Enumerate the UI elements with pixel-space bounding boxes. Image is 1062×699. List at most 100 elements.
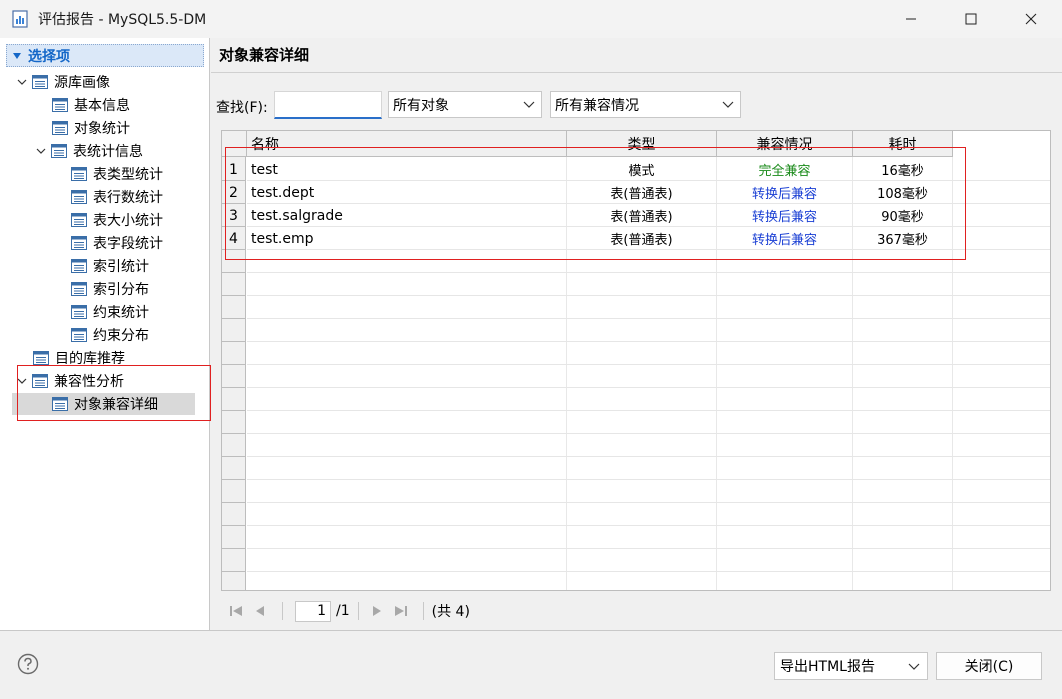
tree-item-label: 约束分布 [93,328,149,344]
row-line [247,387,1050,388]
compat-filter-value: 所有兼容情况 [555,97,639,114]
close-button[interactable]: 关闭(C) [936,652,1042,680]
tree-item-index-stats[interactable]: 索引统计 [71,255,149,277]
pager-separator [282,602,283,620]
row-line [247,295,1050,296]
row-line [247,272,1050,273]
row-number-line [222,295,246,296]
row-number-line [222,341,246,342]
tree-item-label: 表类型统计 [93,167,163,183]
tree-item-table-rows-stats[interactable]: 表行数统计 [71,186,163,208]
row-line [247,410,1050,411]
list-doc-icon [71,236,87,250]
prev-page-button[interactable] [250,601,270,621]
window-title: 评估报告 - MySQL5.5-DM [38,12,207,28]
main-content: 对象兼容详细 查找(F): 所有对象 所有兼容情况 名称 类型 兼容情况 耗时 … [211,38,1062,630]
page-number-input[interactable] [295,600,331,622]
row-number-line [222,272,246,273]
total-pages-label: /1 [336,603,350,619]
tree-item-basic-info[interactable]: 基本信息 [52,94,130,116]
tree-item-label: 表大小统计 [93,213,163,229]
row-number-line [222,364,246,365]
tree-item-index-distribution[interactable]: 索引分布 [71,278,149,300]
close-button-label: 关闭(C) [964,659,1014,675]
row-number-line [222,479,246,480]
row-line [247,479,1050,480]
row-line [247,502,1050,503]
list-doc-icon [32,75,48,89]
chevron-down-icon [722,101,734,108]
row-line [247,364,1050,365]
export-html-report-select[interactable]: 导出HTML报告 [774,652,928,680]
row-number-line [222,525,246,526]
tree-item-source-profile[interactable]: 源库画像 [16,71,110,93]
tree-item-constraint-stats[interactable]: 约束统计 [71,301,149,323]
list-doc-icon [51,144,67,158]
tree-item-table-stats[interactable]: 表统计信息 [35,140,143,162]
divider [211,72,1062,73]
tree-item-label: 表字段统计 [93,236,163,252]
row-number-line [222,571,246,572]
last-page-button[interactable] [391,601,411,621]
help-icon[interactable] [17,653,39,675]
list-doc-icon [52,121,68,135]
compat-filter-select[interactable]: 所有兼容情况 [550,91,741,118]
title-bar: 评估报告 - MySQL5.5-DM [0,0,1062,38]
tree-header[interactable]: 选择项 [6,44,204,67]
maximize-button[interactable] [948,0,994,38]
tree-item-constraint-distribution[interactable]: 约束分布 [71,324,149,346]
minimize-button[interactable] [888,0,934,38]
list-doc-icon [52,98,68,112]
chevron-down-icon [17,79,27,85]
list-doc-icon [71,305,87,319]
tree-item-object-stats[interactable]: 对象统计 [52,117,130,139]
tree-item-table-type-stats[interactable]: 表类型统计 [71,163,163,185]
chevron-down-icon [523,101,535,108]
row-number-line [222,410,246,411]
tree-item-label: 源库画像 [54,75,110,91]
next-page-icon [372,606,381,616]
row-line [247,433,1050,434]
total-count-label: (共 4) [431,604,470,620]
tree-item-label: 基本信息 [74,98,130,114]
object-filter-select[interactable]: 所有对象 [388,91,542,118]
navigation-tree: 选择项 源库画像 基本信息 对象统计 表统计信息 表类型统计 表行数统计 表大小… [0,38,211,630]
row-line [247,341,1050,342]
row-number-line [222,433,246,434]
next-page-button[interactable] [367,601,387,621]
row-number-line [222,502,246,503]
tree-item-label: 索引分布 [93,282,149,298]
tree-item-table-size-stats[interactable]: 表大小统计 [71,209,163,231]
last-page-icon [394,606,407,616]
first-page-button[interactable] [226,601,246,621]
close-window-button[interactable] [1008,0,1054,38]
prev-page-icon [256,606,264,616]
tree-item-label: 索引统计 [93,259,149,275]
row-number-line [222,387,246,388]
footer: 导出HTML报告 关闭(C) [0,631,1062,699]
export-label: 导出HTML报告 [780,659,875,675]
pager-separator [422,602,424,620]
search-label: 查找(F): [216,100,268,116]
tree-item-label: 对象统计 [74,121,130,137]
list-doc-icon [71,213,87,227]
row-line [247,548,1050,549]
tree-item-label: 表统计信息 [73,144,143,160]
search-input[interactable] [274,91,382,119]
row-line [247,318,1050,319]
tree-item-table-field-stats[interactable]: 表字段统计 [71,232,163,254]
chevron-down-icon [36,148,46,154]
row-line [247,525,1050,526]
row-line [247,571,1050,572]
row-number-line [222,318,246,319]
chevron-down-icon [908,663,920,670]
maximize-icon [965,13,977,25]
list-doc-icon [71,259,87,273]
tree-header-label: 选择项 [28,48,70,65]
list-doc-icon [71,190,87,204]
page-title: 对象兼容详细 [219,46,310,64]
expand-triangle-icon [13,52,21,59]
list-doc-icon [33,351,49,365]
list-doc-icon [71,328,87,342]
list-doc-icon [71,167,87,181]
